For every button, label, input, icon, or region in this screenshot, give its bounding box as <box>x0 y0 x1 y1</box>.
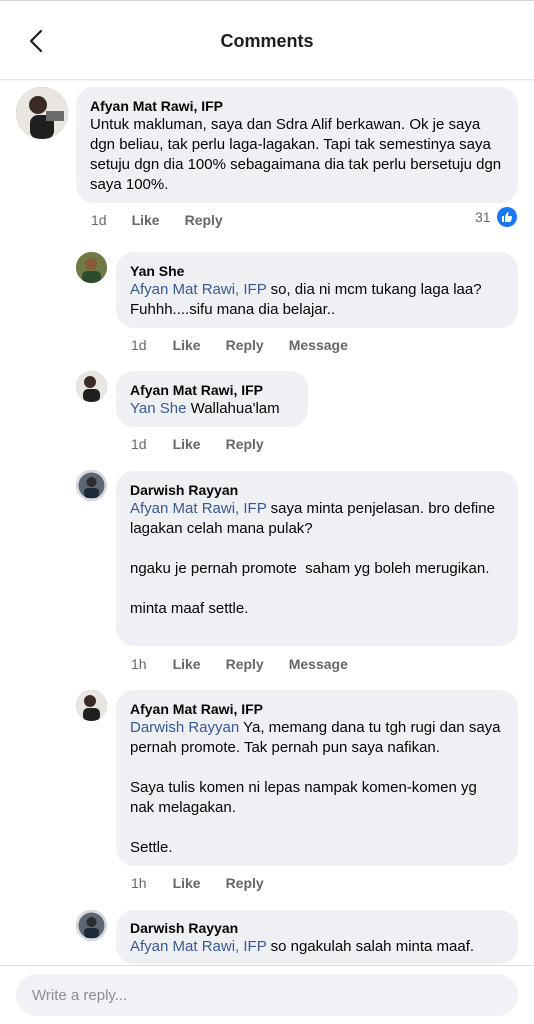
comments-header: Comments <box>0 0 534 80</box>
reply-input[interactable] <box>16 974 518 1016</box>
likes-count: 31 <box>475 209 491 225</box>
mention-link[interactable]: Darwish Rayyan <box>130 719 239 736</box>
comment-actions: 1d Like Reply <box>91 212 223 228</box>
comment-actions: 1h Like Reply <box>131 875 264 891</box>
avatar[interactable] <box>76 910 107 941</box>
reply-button[interactable]: Reply <box>226 436 264 452</box>
reply-button[interactable]: Reply <box>226 656 264 672</box>
thumbs-up-icon <box>496 207 517 227</box>
comment-time: 1d <box>91 212 107 228</box>
comment-author[interactable]: Afyan Mat Rawi, IFP <box>130 381 294 399</box>
reaction-count[interactable]: 31 <box>475 207 517 227</box>
comment-author[interactable]: Afyan Mat Rawi, IFP <box>130 700 504 718</box>
avatar[interactable] <box>76 371 107 402</box>
reply-button[interactable]: Reply <box>185 212 223 228</box>
avatar[interactable] <box>76 690 107 721</box>
like-button[interactable]: Like <box>173 337 201 353</box>
comment-time: 1d <box>131 436 147 452</box>
comment-bubble: Darwish Rayyan Afyan Mat Rawi, IFP saya … <box>116 471 518 646</box>
comment-author[interactable]: Darwish Rayyan <box>130 481 504 499</box>
comment-text: saya minta penjelasan. bro define lagaka… <box>130 500 495 617</box>
avatar[interactable] <box>76 470 107 501</box>
comment-bubble: Afyan Mat Rawi, IFP Yan She Wallahua'lam <box>116 371 308 427</box>
comment-actions: 1d Like Reply <box>131 436 264 452</box>
comment-bubble: Yan She Afyan Mat Rawi, IFP so, dia ni m… <box>116 252 518 328</box>
comment-text: so ngakulah salah minta maaf. <box>266 938 475 955</box>
comment-time: 1d <box>131 337 147 353</box>
message-button[interactable]: Message <box>289 337 348 353</box>
message-button[interactable]: Message <box>289 656 348 672</box>
comment-text: Ya, memang dana tu tgh rugi dan saya per… <box>130 719 501 856</box>
comment-bubble: Darwish Rayyan Afyan Mat Rawi, IFP so ng… <box>116 910 518 964</box>
comment-time: 1h <box>131 875 147 891</box>
page-title: Comments <box>220 31 314 51</box>
mention-link[interactable]: Afyan Mat Rawi, IFP <box>130 938 266 955</box>
comment-author[interactable]: Darwish Rayyan <box>130 919 504 937</box>
avatar[interactable] <box>16 87 68 139</box>
comment-bubble: Afyan Mat Rawi, IFP Untuk makluman, saya… <box>76 87 518 203</box>
reply-composer <box>0 965 534 1024</box>
like-button[interactable]: Like <box>173 436 201 452</box>
comment-time: 1h <box>131 656 147 672</box>
comment-author[interactable]: Afyan Mat Rawi, IFP <box>90 97 504 115</box>
reply-button[interactable]: Reply <box>226 875 264 891</box>
comment-actions: 1h Like Reply Message <box>131 656 348 672</box>
like-button[interactable]: Like <box>173 875 201 891</box>
like-button[interactable]: Like <box>173 656 201 672</box>
avatar[interactable] <box>76 252 107 283</box>
comment-text: Wallahua'lam <box>186 400 280 417</box>
mention-link[interactable]: Afyan Mat Rawi, IFP <box>130 500 266 517</box>
mention-link[interactable]: Yan She <box>130 400 186 417</box>
mention-link[interactable]: Afyan Mat Rawi, IFP <box>130 281 266 298</box>
comment-author[interactable]: Yan She <box>130 262 504 280</box>
comment-bubble: Afyan Mat Rawi, IFP Darwish Rayyan Ya, m… <box>116 690 518 866</box>
comment-actions: 1d Like Reply Message <box>131 337 348 353</box>
like-button[interactable]: Like <box>132 212 160 228</box>
reply-button[interactable]: Reply <box>226 337 264 353</box>
comment-text: Untuk makluman, saya dan Sdra Alif berka… <box>90 116 506 193</box>
